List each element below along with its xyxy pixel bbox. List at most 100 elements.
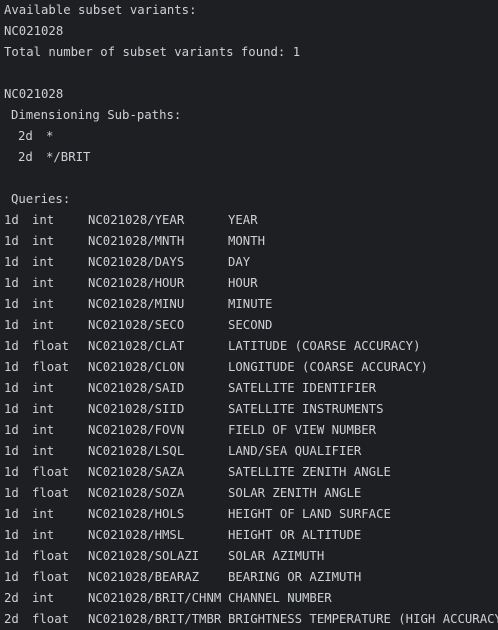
query-description: LAND/SEA QUALIFIER [228,444,362,458]
query-type: int [32,444,55,458]
query-description: YEAR [228,213,258,227]
subpath-row: 2d */BRIT [18,147,498,168]
query-type: float [32,570,70,584]
query-dim: 2d [4,612,19,626]
query-path: NC021028/BEARAZ [88,570,200,584]
query-dim: 1d [4,444,19,458]
query-path: NC021028/MNTH [88,234,185,248]
query-row: 1d int NC021028/HOLS HEIGHT OF LAND SURFACE [4,504,498,525]
query-type: float [32,486,70,500]
query-dim: 1d [4,255,19,269]
query-description: LONGITUDE (COARSE ACCURACY) [228,360,428,374]
query-dim: 1d [4,297,19,311]
query-row: 1d float NC021028/CLAT LATITUDE (COARSE ACC… [4,336,498,357]
query-row: 1d float NC021028/BEARAZ BEARING OR AZIMUTH [4,567,498,588]
query-row: 1d int NC021028/FOVN FIELD OF VIEW NUMBER [4,420,498,441]
query-description: FIELD OF VIEW NUMBER [228,423,377,437]
query-description: BRIGHTNESS TEMPERATURE (HIGH ACCURACY) [228,612,498,626]
query-dim: 1d [4,381,19,395]
query-row: 1d int NC021028/HMSL HEIGHT OR ALTITUDE [4,525,498,546]
query-type: float [32,360,70,374]
query-dim: 1d [4,528,19,542]
query-row: 1d float NC021028/SAZA SATELLITE ZENITH ANG… [4,462,498,483]
query-dim: 1d [4,549,19,563]
query-description: HEIGHT OR ALTITUDE [228,528,362,542]
query-path: NC021028/SOZA [88,486,185,500]
query-description: SOLAR ZENITH ANGLE [228,486,362,500]
query-dim: 1d [4,423,19,437]
query-type: float [32,612,70,626]
query-path: NC021028/HOLS [88,507,185,521]
query-row: 2d float NC021028/BRIT/TMBR BRIGHTNESS TEMP… [4,609,498,630]
query-type: int [32,276,55,290]
query-path: NC021028/SIID [88,402,185,416]
variant-name: NC021028 [4,24,64,38]
query-path: NC021028/YEAR [88,213,185,227]
query-type: int [32,507,55,521]
query-type: float [32,339,70,353]
query-dim: 1d [4,486,19,500]
query-dim: 1d [4,276,19,290]
query-row: 1d int NC021028/MINU MINUTE [4,294,498,315]
query-path: NC021028/SECO [88,318,185,332]
query-type: float [32,465,70,479]
query-description: SECOND [228,318,273,332]
query-dim: 1d [4,318,19,332]
query-row: 2d int NC021028/BRIT/CHNM CHANNEL NUMBER [4,588,498,609]
query-path: NC021028/BRIT/TMBR [88,612,222,626]
query-type: int [32,234,55,248]
query-path: NC021028/CLON [88,360,185,374]
query-row: 1d int NC021028/YEAR YEAR [4,210,498,231]
query-type: int [32,528,55,542]
query-row: 1d int NC021028/SIID SATELLITE INSTRUMENTS [4,399,498,420]
query-row: 1d float NC021028/SOLAZI SOLAR AZIMUTH [4,546,498,567]
available-variants-label: Available subset variants: [4,3,197,17]
query-description: MINUTE [228,297,273,311]
query-row: 1d int NC021028/MNTH MONTH [4,231,498,252]
query-dim: 1d [4,402,19,416]
query-description: LATITUDE (COARSE ACCURACY) [228,339,421,353]
query-description: BEARING OR AZIMUTH [228,570,362,584]
query-type: float [32,549,70,563]
query-dim: 1d [4,339,19,353]
query-description: SATELLITE IDENTIFIER [228,381,377,395]
query-description: HEIGHT OF LAND SURFACE [228,507,391,521]
query-description: MONTH [228,234,266,248]
query-description: SATELLITE ZENITH ANGLE [228,465,391,479]
query-description: CHANNEL NUMBER [228,591,332,605]
subpath-path: * [46,129,54,143]
query-type: int [32,213,55,227]
query-path: NC021028/DAYS [88,255,185,269]
query-row: 1d int NC021028/SAID SATELLITE IDENTIFIER [4,378,498,399]
query-path: NC021028/BRIT/CHNM [88,591,222,605]
query-row: 1d int NC021028/HOUR HOUR [4,273,498,294]
subpath-dim: 2d [18,129,33,143]
query-dim: 1d [4,570,19,584]
query-type: int [32,423,55,437]
query-dim: 2d [4,591,19,605]
query-description: HOUR [228,276,258,290]
query-type: int [32,402,55,416]
query-path: NC021028/FOVN [88,423,185,437]
query-path: NC021028/SOLAZI [88,549,200,563]
subpath-dim: 2d [18,150,33,164]
query-row: 1d float NC021028/CLON LONGITUDE (COARSE AC… [4,357,498,378]
query-row: 1d int NC021028/SECO SECOND [4,315,498,336]
query-path: NC021028/SAZA [88,465,185,479]
query-description: SOLAR AZIMUTH [228,549,325,563]
queries-label: Queries: [11,192,71,206]
query-type: int [32,318,55,332]
query-path: NC021028/HOUR [88,276,185,290]
query-path: NC021028/SAID [88,381,185,395]
query-path: NC021028/HMSL [88,528,185,542]
query-description: DAY [228,255,251,269]
query-dim: 1d [4,507,19,521]
query-path: NC021028/LSQL [88,444,185,458]
query-row: 1d int NC021028/LSQL LAND/SEA QUALIFIER [4,441,498,462]
query-dim: 1d [4,234,19,248]
query-dim: 1d [4,465,19,479]
query-row: 1d int NC021028/DAYS DAY [4,252,498,273]
query-type: int [32,591,55,605]
query-path: NC021028/MINU [88,297,185,311]
query-path: NC021028/CLAT [88,339,185,353]
